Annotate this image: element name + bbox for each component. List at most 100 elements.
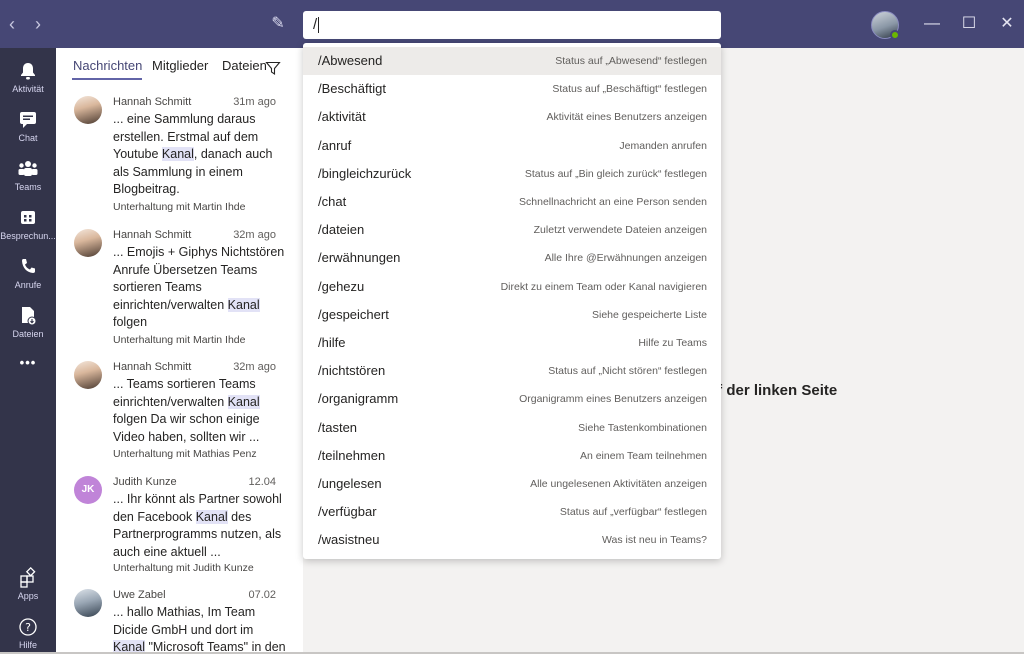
command-name: /ungelesen bbox=[318, 476, 382, 491]
command-name: /bingleichzurück bbox=[318, 165, 412, 181]
search-highlight: Kanal bbox=[195, 509, 228, 524]
command-item[interactable]: /nichtstören Status auf „Nicht stören“ fe… bbox=[303, 357, 721, 385]
maximize-button[interactable]: ☐ bbox=[959, 14, 979, 34]
message-time: 07.02 bbox=[248, 589, 276, 601]
tab-messages[interactable]: Nachrichten bbox=[73, 58, 142, 73]
command-description: Jemanden anrufen bbox=[619, 139, 707, 152]
chat-icon bbox=[20, 112, 36, 128]
conversation-label: Unterhaltung mit Martin Ihde bbox=[113, 334, 246, 346]
command-description: Alle Ihre @Erwähnungen anzeigen bbox=[544, 252, 707, 265]
compose-icon[interactable]: ✎ bbox=[268, 14, 288, 34]
conversation-label: Unterhaltung mit Judith Kunze bbox=[113, 562, 254, 574]
presence-available-icon bbox=[890, 30, 900, 40]
command-name: /organigramm bbox=[318, 391, 399, 407]
command-item[interactable]: /chat Schnellnachricht an eine Person sen… bbox=[303, 188, 721, 216]
panel-tabs: Nachrichten Mitglieder Dateien bbox=[56, 48, 303, 86]
rail-item-files[interactable]: Dateien bbox=[0, 301, 56, 345]
message-snippet: ... Emojis + Giphys Nichtstören Anrufe Ü… bbox=[113, 245, 285, 329]
message-time: 12.04 bbox=[248, 476, 276, 488]
avatar: JK bbox=[74, 476, 102, 504]
command-description: Status auf „Abwesend“ festlegen bbox=[555, 55, 707, 67]
command-item[interactable]: /ungelesen Alle ungelesenen Aktivitäten a… bbox=[303, 470, 721, 498]
command-item[interactable]: /tasten Siehe Tastenkombinationen bbox=[303, 414, 721, 442]
command-name: /Beschäftigt bbox=[318, 81, 386, 97]
tab-files[interactable]: Dateien bbox=[222, 58, 267, 73]
command-name: /tasten bbox=[318, 419, 358, 435]
command-name: /anruf bbox=[318, 137, 352, 153]
command-name: /nichtstören bbox=[318, 363, 386, 379]
close-button[interactable]: ✕ bbox=[997, 14, 1017, 34]
search-highlight: Kanal bbox=[161, 147, 194, 161]
tab-members[interactable]: Mitglieder bbox=[152, 58, 208, 73]
message-snippet: ... Ihr könnt als Partner sowohl den Fac… bbox=[113, 492, 282, 559]
rail-item-activity[interactable]: Aktivität bbox=[0, 56, 56, 100]
message-snippet: ... Teams sortieren Teams einrichten/ver… bbox=[113, 377, 260, 444]
command-item[interactable]: /gehezu Direkt zu einem Team oder Kanal n… bbox=[303, 273, 721, 301]
command-item[interactable]: /hilfe Hilfe zu Teams bbox=[303, 329, 721, 357]
rail-item-label: Teams bbox=[14, 182, 42, 192]
command-description: Was ist neu in Teams? bbox=[601, 534, 707, 547]
apps-icon bbox=[20, 567, 36, 588]
command-description: Siehe gespeicherte Liste bbox=[592, 308, 707, 321]
command-description: Siehe Tastenkombinationen bbox=[578, 421, 707, 434]
rail-item-calls[interactable]: Anrufe bbox=[0, 252, 56, 296]
rail-item-label: Dateien bbox=[12, 329, 44, 339]
app-rail: Aktivität Chat Teams Besprechun... Anruf… bbox=[0, 48, 56, 654]
command-item[interactable]: /organigramm Organigramm eines Benutzers … bbox=[303, 385, 721, 413]
command-item[interactable]: /Abwesend Status auf „Abwesend“ festlegen bbox=[303, 47, 721, 75]
command-description: Zuletzt verwendete Dateien anzeigen bbox=[533, 224, 707, 237]
command-description: An einem Team teilnehmen bbox=[579, 449, 707, 462]
command-item[interactable]: /anruf Jemanden anrufen bbox=[303, 132, 721, 160]
command-item[interactable]: /gespeichert Siehe gespeicherte Liste bbox=[303, 301, 721, 329]
command-item[interactable]: /bingleichzurück Status auf „Bin gleich z… bbox=[303, 160, 721, 188]
minimize-button[interactable]: — bbox=[922, 14, 942, 34]
avatar bbox=[74, 229, 102, 257]
files-icon bbox=[22, 307, 37, 326]
sender-name: Hannah Schmitt bbox=[113, 361, 192, 373]
command-item[interactable]: /erwähnungen Alle Ihre @Erwähnungen anzei… bbox=[303, 244, 721, 272]
rail-item-meetings[interactable]: Besprechun... bbox=[0, 203, 56, 247]
chevron-right-icon[interactable]: › bbox=[30, 14, 46, 34]
command-name: /hilfe bbox=[318, 335, 346, 350]
chevron-left-icon[interactable]: ‹ bbox=[4, 14, 20, 34]
search-results-panel: Nachrichten Mitglieder Dateien Hannah Sc… bbox=[56, 48, 303, 654]
conversation-label: Unterhaltung mit Mathias Penz bbox=[113, 448, 257, 460]
text-caret bbox=[318, 17, 320, 34]
avatar bbox=[74, 589, 102, 617]
command-item[interactable]: /verfügbar Status auf „verfügbar“ festleg… bbox=[303, 498, 721, 526]
message-snippet: ... eine Sammlung daraus erstellen. Erst… bbox=[113, 112, 273, 196]
rail-item-label: Aktivität bbox=[12, 84, 44, 94]
filter-icon[interactable] bbox=[265, 60, 281, 76]
message-time: 32m ago bbox=[233, 361, 276, 373]
command-item[interactable]: /wasistneu Was ist neu in Teams? bbox=[303, 526, 721, 554]
search-input-value: / bbox=[313, 16, 318, 33]
command-name: /Abwesend bbox=[318, 53, 383, 68]
command-item[interactable]: /aktivität Aktivität eines Benutzers anze… bbox=[303, 103, 721, 131]
command-description: Status auf „Bin gleich zurück“ festlegen bbox=[524, 167, 707, 180]
calendar-icon bbox=[21, 211, 35, 224]
command-item[interactable]: /teilnehmen An einem Team teilnehmen bbox=[303, 442, 721, 470]
command-description: Status auf „Nicht stören“ festlegen bbox=[548, 365, 707, 378]
command-name: /wasistneu bbox=[318, 532, 380, 548]
command-item[interactable]: /dateien Zuletzt verwendete Dateien anzei… bbox=[303, 216, 721, 244]
command-description: Aktivität eines Benutzers anzeigen bbox=[546, 111, 707, 124]
search-highlight: Kanal bbox=[227, 394, 260, 409]
rail-item-teams[interactable]: Teams bbox=[0, 154, 56, 198]
command-search-input[interactable]: / bbox=[303, 11, 721, 39]
command-description: Alle ungelesenen Aktivitäten anzeigen bbox=[530, 478, 707, 490]
message-snippet: ... hallo Mathias, Im Team Dicide GmbH u… bbox=[113, 605, 286, 654]
command-description: Hilfe zu Teams bbox=[638, 337, 707, 349]
command-name: /verfügbar bbox=[318, 504, 377, 520]
command-name: /gespeichert bbox=[318, 306, 389, 322]
command-description: Organigramm eines Benutzers anzeigen bbox=[519, 393, 707, 406]
avatar bbox=[74, 361, 102, 389]
command-name: /aktivität bbox=[318, 109, 366, 125]
command-description: Status auf „Beschäftigt“ festlegen bbox=[552, 83, 707, 96]
more-apps-icon[interactable]: ••• bbox=[0, 355, 56, 379]
command-name: /gehezu bbox=[318, 278, 365, 294]
command-description: Status auf „verfügbar“ festlegen bbox=[559, 506, 707, 519]
rail-item-help[interactable]: ? Hilfe bbox=[0, 612, 56, 654]
rail-item-apps[interactable]: Apps bbox=[0, 563, 56, 607]
rail-item-chat[interactable]: Chat bbox=[0, 105, 56, 149]
command-item[interactable]: /Beschäftigt Status auf „Beschäftigt“ fes… bbox=[303, 75, 721, 103]
